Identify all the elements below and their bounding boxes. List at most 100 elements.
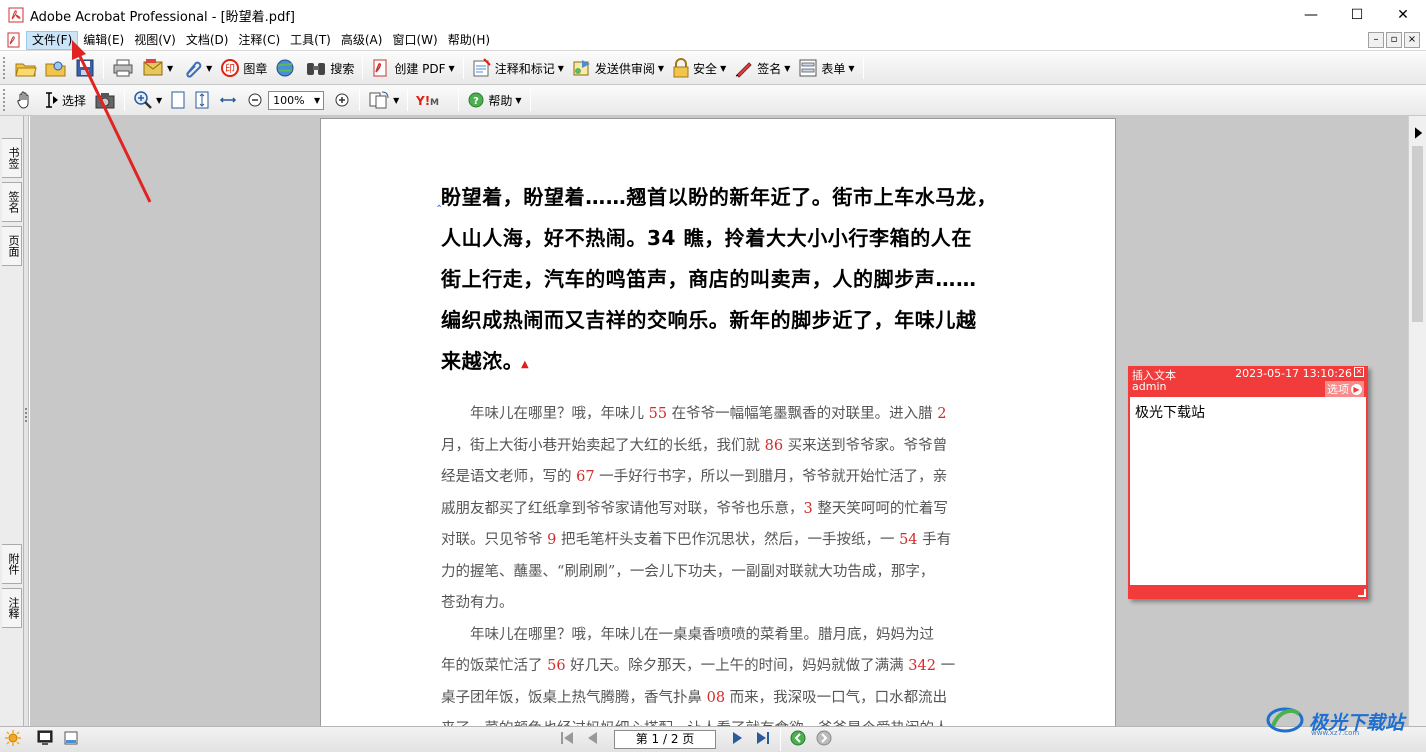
create-pdf-button[interactable]: 创建 PDF ▼ [368, 56, 457, 80]
menu-view[interactable]: 视图(V) [129, 31, 181, 50]
watermark-url: www.xz7.com [1311, 729, 1360, 737]
pdf-page[interactable]: ‸ 盼望着，盼望着……翘首以盼的新年近了。街市上车水马龙， 人山人海，好不热闹。… [320, 118, 1116, 726]
email-button[interactable]: ▼ [139, 56, 176, 80]
mdi-minimize-button[interactable]: – [1368, 32, 1384, 48]
previous-page-button[interactable] [582, 729, 604, 751]
print-button[interactable] [109, 56, 137, 80]
comment-author: admin [1132, 380, 1167, 393]
scrollbar-thumb[interactable] [1412, 146, 1423, 322]
comment-options-button[interactable]: 选项 ▶ [1325, 381, 1364, 397]
main-toolbar: ▼ ▼ 印 图章 搜索 创建 PDF ▼ 注释和标记 ▼ 发送供审阅 ▼ 安全 … [0, 52, 1426, 85]
body-text-segment: 苍劲有力。 [441, 595, 514, 611]
menu-edit[interactable]: 编辑(E) [78, 31, 129, 50]
chevron-down-icon: ▼ [206, 63, 213, 73]
tab-attachments[interactable]: 附件 [2, 544, 22, 584]
close-icon[interactable]: ✕ [1354, 367, 1364, 377]
fit-width-icon [218, 90, 238, 110]
security-button[interactable]: 安全 ▼ [669, 56, 729, 80]
forms-label: 表单 [821, 61, 846, 76]
hand-tool-button[interactable] [12, 88, 38, 112]
open-button[interactable] [12, 56, 40, 80]
send-review-button[interactable]: 发送供审阅 ▼ [569, 56, 667, 80]
stamp-button[interactable]: 印 图章 [217, 56, 270, 80]
sign-button[interactable]: 签名 ▼ [731, 56, 793, 80]
inline-number: 55 [648, 406, 668, 422]
menu-comments[interactable]: 注释(C) [233, 31, 285, 50]
skip-first-icon [558, 730, 576, 749]
inline-number: 08 [706, 689, 726, 706]
lock-icon [672, 58, 690, 78]
comment-popup[interactable]: 插入文本 2023-05-17 13:10:26 ✕ admin 选项 ▶ 极光… [1128, 366, 1368, 599]
camera-icon [94, 90, 116, 110]
page-number-input[interactable]: 第 1 / 2 页 [614, 730, 716, 749]
page-layout-button[interactable] [60, 729, 82, 751]
previous-view-button[interactable] [787, 729, 809, 751]
body-line: 苍劲有力。 [441, 588, 1001, 620]
chevron-down-icon: ▼ [393, 95, 400, 105]
last-page-button[interactable] [752, 729, 774, 751]
close-button[interactable]: ✕ [1380, 0, 1426, 30]
toolbar-grip[interactable] [3, 57, 7, 79]
tab-comments[interactable]: 注释 [2, 588, 22, 628]
toolbar-grip[interactable] [3, 89, 7, 111]
inline-number: 2 [937, 406, 947, 422]
next-view-button[interactable] [813, 729, 835, 751]
stamp-icon: 印 [220, 58, 240, 78]
status-sun-button[interactable] [2, 729, 24, 751]
minimize-button[interactable]: — [1288, 0, 1334, 30]
body-text-segment: 整天笑呵呵的忙着写 [812, 500, 948, 517]
maximize-button[interactable]: ☐ [1334, 0, 1380, 30]
fit-page-button[interactable] [191, 88, 213, 112]
select-tool-button[interactable]: 选择 [40, 88, 89, 112]
mdi-close-button[interactable]: × [1404, 32, 1420, 48]
yahoo-toolbar-button[interactable]: Y! M [413, 88, 453, 112]
insert-text-marker-icon[interactable]: ▲ [521, 359, 529, 370]
save-button[interactable] [72, 56, 98, 80]
inline-number: 9 [547, 532, 557, 548]
comment-popup-header[interactable]: 插入文本 2023-05-17 13:10:26 ✕ admin 选项 ▶ [1132, 367, 1364, 397]
organizer-button[interactable] [42, 56, 70, 80]
stamp-label: 图章 [243, 61, 268, 76]
menu-file[interactable]: 文件(F) [26, 30, 79, 50]
heading-line: 街上行走，汽车的鸣笛声，商店的叫卖声，人的脚步声…… [441, 267, 977, 291]
tab-bookmarks[interactable]: 书签 [2, 138, 22, 178]
arrow-right-icon [729, 730, 745, 749]
toolbar-separator [529, 89, 531, 111]
zoom-out-button[interactable] [243, 88, 267, 112]
mdi-restore-button[interactable]: ▫ [1386, 32, 1402, 48]
actual-size-button[interactable] [167, 88, 189, 112]
full-screen-button[interactable] [34, 729, 56, 751]
snapshot-button[interactable] [91, 88, 119, 112]
comment-markup-button[interactable]: 注释和标记 ▼ [469, 56, 567, 80]
document-menu-icon[interactable] [6, 32, 22, 48]
chevron-down-icon: ▼ [156, 95, 163, 105]
toolbar-separator [462, 57, 464, 79]
help-button[interactable]: ? 帮助 ▼ [464, 88, 524, 112]
web-search-button[interactable] [272, 56, 300, 80]
page-layout-icon [63, 730, 79, 749]
zoom-level-select[interactable]: 100% ▼ [268, 90, 325, 110]
chevron-down-icon: ▼ [848, 63, 855, 73]
zoom-in-button[interactable] [330, 88, 354, 112]
zoom-tool-button[interactable]: ▼ [130, 88, 165, 112]
comment-text-area[interactable]: 极光下载站 [1130, 397, 1366, 585]
menu-tools[interactable]: 工具(T) [285, 31, 336, 50]
tab-signatures[interactable]: 签名 [2, 182, 22, 222]
tab-pages[interactable]: 页面 [2, 226, 22, 266]
first-page-button[interactable] [556, 729, 578, 751]
vertical-scrollbar[interactable] [1408, 116, 1426, 726]
body-text-segment: 手有 [917, 532, 952, 548]
rotate-view-button[interactable]: ▼ [365, 88, 402, 112]
expand-panel-icon[interactable] [1415, 127, 1423, 139]
resize-grip-icon[interactable] [1358, 589, 1366, 597]
menu-advanced[interactable]: 高级(A) [336, 31, 388, 50]
fit-width-button[interactable] [215, 88, 241, 112]
attach-button[interactable]: ▼ [178, 56, 215, 80]
pen-icon [734, 58, 754, 78]
menu-help[interactable]: 帮助(H) [443, 31, 495, 50]
search-button[interactable]: 搜索 [302, 56, 357, 80]
menu-window[interactable]: 窗口(W) [387, 31, 442, 50]
forms-button[interactable]: 表单 ▼ [795, 56, 857, 80]
next-page-button[interactable] [726, 729, 748, 751]
menu-document[interactable]: 文档(D) [181, 31, 234, 50]
